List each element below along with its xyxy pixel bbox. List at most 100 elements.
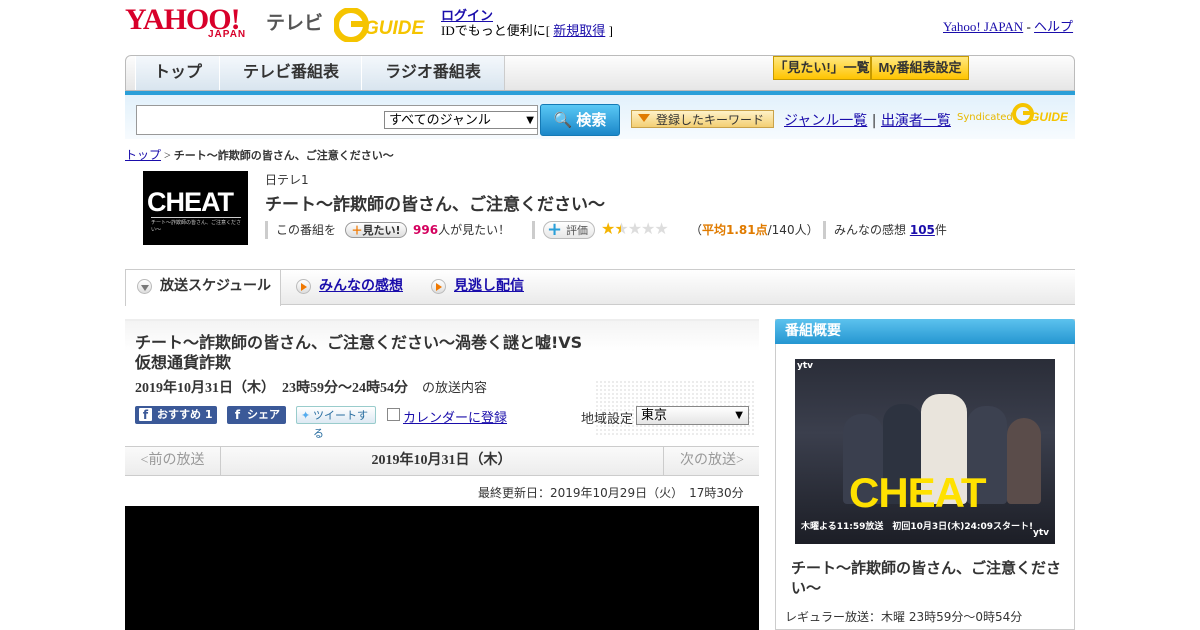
facebook-recommend-label: おすすめ 1 (157, 408, 213, 421)
stat-divider (265, 221, 268, 239)
sub-tab-schedule[interactable]: 放送スケジュール (137, 270, 271, 306)
keyword-button-label: 登録したキーワード (656, 113, 765, 127)
tv-label: テレビ (266, 13, 324, 34)
episode-date-line: 2019年10月31日（木） 23時59分～24時54分 の放送内容 (135, 377, 487, 397)
star-empty-icon: ★ (627, 219, 642, 238)
breadcrumb-top-link[interactable]: トップ (125, 148, 161, 162)
next-broadcast-button[interactable]: 次の放送> (663, 447, 760, 475)
prev-broadcast-button[interactable]: <前の放送 (125, 447, 221, 475)
svg-text:GUIDE: GUIDE (364, 18, 426, 39)
nav-tab-tv-schedule[interactable]: テレビ番組表 (219, 56, 363, 90)
gguide-small-logo: GUIDE (1012, 103, 1068, 125)
chevron-down-icon (137, 278, 152, 294)
mitai-button[interactable]: ＋見たい! (345, 222, 407, 238)
genre-list-link[interactable]: ジャンル一覧 (784, 113, 867, 129)
genre-select[interactable]: すべてのジャンル ▼ (384, 111, 538, 129)
comments-count-link[interactable]: 105 (910, 223, 935, 237)
mitai-button-label: 見たい! (362, 224, 401, 237)
mitai-prefix: この番組を (276, 223, 337, 237)
ytv-logo-bottom: ytv (1032, 528, 1049, 538)
breadcrumb-separator: > (161, 148, 174, 162)
comments-summary: みんなの感想 105件 (834, 220, 947, 238)
channel-name: 日テレ1 (265, 173, 309, 187)
episode-title: チート～詐欺師の皆さん、ご注意ください～渦巻く謎と嘘!VS仮想通貨詐欺 (135, 333, 583, 372)
arrow-right-icon (296, 278, 311, 294)
poster-person (1007, 418, 1041, 504)
region-select-value: 東京 (641, 408, 668, 423)
thumbnail-subtitle: チート～詐欺師の皆さん、ご注意ください～ (151, 217, 241, 233)
program-poster: ytv CHEAT 木曜よる11:59放送 初回10月3日(木)24:09スター… (795, 359, 1055, 544)
syndicated-label: Syndicated (957, 112, 1013, 123)
svg-text:GUIDE: GUIDE (1030, 110, 1068, 124)
sub-tab-missed[interactable]: 見逃し配信 (431, 270, 524, 306)
facebook-share-button[interactable]: f シェア (227, 406, 286, 424)
triangle-down-icon (638, 114, 650, 122)
rating-stars: ★★★★★ (601, 219, 669, 238)
nav-tab-top[interactable]: トップ (135, 56, 221, 90)
genre-select-value: すべてのジャンル (389, 113, 491, 128)
program-title: チート～詐欺師の皆さん、ご注意ください～ (265, 195, 605, 215)
region-select[interactable]: 東京 ▼ (636, 406, 749, 425)
search-button-label: 検索 (576, 112, 607, 129)
top-links-separator: - (1023, 19, 1035, 34)
thumbnail-title: CHEAT (147, 187, 234, 217)
breadcrumb-current: チート～詐欺師の皆さん、ご注意ください～ (173, 149, 394, 162)
star-empty-icon: ★ (654, 219, 668, 238)
plus-icon: ＋ (351, 224, 363, 237)
program-thumbnail[interactable]: CHEAT チート～詐欺師の皆さん、ご注意ください～ (143, 171, 248, 245)
ytv-logo-top: ytv (797, 361, 814, 371)
search-button[interactable]: 🔍 検索 (540, 104, 620, 136)
stat-divider (532, 221, 535, 239)
star-empty-icon: ★ (641, 219, 655, 238)
rating-prefix: （ (690, 223, 703, 237)
search-links: ジャンル一覧 | 出演者一覧 (784, 110, 951, 130)
star-full-icon: ★ (601, 219, 615, 238)
breadcrumb: トップ > チート～詐欺師の皆さん、ご注意ください～ (125, 146, 394, 163)
current-broadcast-date: 2019年10月31日（木） (371, 453, 512, 468)
video-player[interactable] (125, 506, 759, 630)
help-link[interactable]: ヘルプ (1034, 19, 1073, 34)
mitai-count-line: 996人が見たい！ (413, 220, 510, 238)
my-schedule-button[interactable]: My番組表設定 (871, 56, 969, 80)
sub-tab-reviews-label: みんなの感想 (319, 278, 403, 294)
poster-airtime: 木曜よる11:59放送 初回10月3日(木)24:09スタート! (801, 522, 1034, 532)
calendar-icon (387, 408, 400, 421)
comments-prefix: みんなの感想 (834, 223, 907, 237)
tweet-button[interactable]: ✦ ツイートする (296, 406, 376, 440)
stat-divider (823, 221, 826, 239)
mitai-suffix: 人が見たい！ (438, 223, 511, 237)
episode-date: 2019年10月31日（木） 23時59分～24時54分 (135, 381, 408, 396)
mitai-count: 996 (413, 223, 439, 237)
select-arrow-icon: ▼ (526, 115, 534, 126)
calendar-link-wrap: カレンダーに登録 (403, 407, 507, 426)
region-label: 地域設定 (581, 412, 634, 427)
cast-list-link[interactable]: 出演者一覧 (881, 113, 951, 129)
registered-keyword-button[interactable]: 登録したキーワード (631, 110, 774, 128)
select-arrow-icon: ▼ (735, 410, 743, 421)
sub-tab-missed-label: 見逃し配信 (454, 278, 524, 294)
sub-tab-reviews[interactable]: みんなの感想 (296, 270, 403, 306)
arrow-right-icon (431, 278, 446, 294)
rating-summary: （平均1.81点/140人） (690, 220, 819, 238)
rating-average: 平均1.81点 (702, 223, 768, 237)
facebook-icon: f (139, 408, 152, 422)
yahoo-japan-link[interactable]: Yahoo! JAPAN (943, 19, 1023, 34)
top-links: Yahoo! JAPAN - ヘルプ (943, 16, 1073, 35)
sub-tab-schedule-label: 放送スケジュール (160, 278, 272, 294)
id-prefix-text: IDでもっと便利に[ (441, 23, 554, 38)
comments-suffix: 件 (934, 223, 947, 237)
signup-link[interactable]: 新規取得 (553, 23, 605, 38)
facebook-recommend-button[interactable]: f おすすめ 1 (135, 406, 217, 424)
yahoo-japan-logo: JAPAN (208, 29, 247, 40)
mitai-list-button[interactable]: 「見たい!」一覧 (773, 56, 871, 80)
rating-count: /140人） (767, 223, 819, 237)
facebook-icon: f (234, 408, 241, 422)
last-updated: 最終更新日：2019年10月29日（火） 17時30分 (478, 486, 744, 500)
add-to-calendar-link[interactable]: カレンダーに登録 (403, 411, 507, 426)
gguide-logo[interactable]: GUIDE (334, 8, 432, 42)
poster-title: CHEAT (849, 469, 987, 516)
nav-tab-radio-schedule[interactable]: ラジオ番組表 (361, 56, 505, 90)
episode-date-suffix: の放送内容 (422, 381, 488, 396)
rating-plus-icon: + (547, 219, 563, 240)
rating-button-label: 評価 (566, 224, 588, 237)
